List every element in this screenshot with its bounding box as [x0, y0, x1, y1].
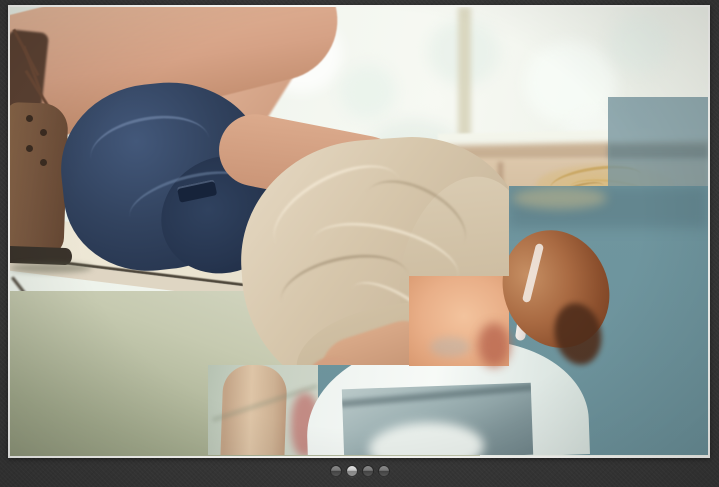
pagination-dot-1[interactable] — [331, 466, 341, 476]
boot-lace — [26, 115, 33, 122]
bw-photo-print — [342, 383, 533, 456]
photo-frame — [8, 5, 710, 458]
forearm — [220, 364, 287, 456]
boot-lace — [40, 159, 47, 166]
pagination-dot-3[interactable] — [363, 466, 373, 476]
tile-see-through-band — [608, 145, 708, 159]
print-hair-highlight — [368, 420, 485, 456]
boot-lace — [40, 129, 47, 136]
hair-through-tile — [512, 187, 607, 209]
pagination-dots — [331, 466, 389, 476]
bokeh-light — [340, 65, 396, 119]
bokeh-light — [608, 15, 670, 73]
chest-blue-smudge — [430, 337, 470, 357]
boot — [10, 102, 69, 256]
pagination-dot-2[interactable] — [347, 466, 357, 476]
slideshow-photo[interactable] — [10, 7, 708, 456]
translucent-transition-tile — [608, 97, 708, 186]
chest-shadow — [478, 323, 510, 367]
gallery-page: { "gallery": { "kind": "image-slideshow"… — [0, 0, 719, 487]
pagination-dot-4[interactable] — [379, 466, 389, 476]
boot-lace — [26, 145, 33, 152]
boot-shadow — [10, 263, 92, 273]
